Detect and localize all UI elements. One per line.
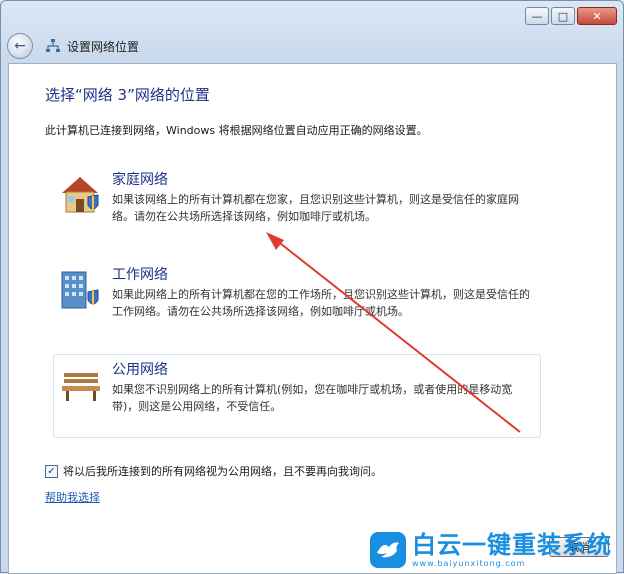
public-network-checkbox-row[interactable]: ✓ 将以后我所连接到的所有网络视为公用网络，且不要再向我询问。	[45, 463, 382, 479]
maximize-button[interactable]: □	[551, 7, 575, 25]
option-description: 如果您不识别网络上的所有计算机(例如，您在咖啡厅或机场，或者使用的是移动宽带)，…	[112, 383, 513, 413]
window-controls: — □ ✕	[525, 7, 617, 25]
public-network-checkbox[interactable]: ✓	[45, 464, 58, 478]
content-panel: 选择“网络 3”网络的位置 此计算机已连接到网络，Windows 将根据网络位置…	[8, 63, 617, 574]
park-bench-icon	[58, 361, 104, 407]
minimize-button[interactable]: —	[525, 7, 549, 25]
minimize-icon: —	[531, 9, 543, 23]
nav-title: 设置网络位置	[67, 39, 140, 54]
title-bar: — □ ✕	[1, 1, 623, 31]
option-public-network[interactable]: 公用网络 如果您不识别网络上的所有计算机(例如，您在咖啡厅或机场，或者使用的是移…	[53, 354, 541, 438]
dialog-window: — □ ✕ ← 设置网络位置 选择“网络 3”网络的位置 此计算机已连接到网络，…	[0, 0, 624, 574]
page-heading: 选择“网络 3”网络的位置	[45, 86, 210, 104]
option-home-network[interactable]: 家庭网络 如果该网络上的所有计算机都在您家，且您识别这些计算机，则这是受信任的家…	[53, 164, 541, 248]
close-icon: ✕	[592, 9, 602, 23]
option-title: 家庭网络	[112, 172, 168, 188]
house-icon	[58, 171, 104, 217]
page-description: 此计算机已连接到网络，Windows 将根据网络位置自动应用正确的网络设置。	[45, 124, 428, 137]
option-description: 如果此网络上的所有计算机都在您的工作场所，且您识别这些计算机，则这是受信任的工作…	[112, 288, 530, 318]
close-button[interactable]: ✕	[577, 7, 617, 25]
option-title: 工作网络	[112, 267, 168, 283]
option-work-network[interactable]: 工作网络 如果此网络上的所有计算机都在您的工作场所，且您识别这些计算机，则这是受…	[53, 259, 541, 343]
watermark-url: www.baiyunxitong.com	[412, 559, 526, 568]
nav-bar: ← 设置网络位置	[7, 31, 139, 61]
watermark: 白云一键重装系统 www.baiyunxitong.com	[370, 526, 624, 573]
network-icon	[45, 38, 61, 54]
back-arrow-icon: ←	[14, 38, 26, 54]
watermark-title: 白云一键重装系统	[412, 531, 612, 559]
maximize-icon: □	[557, 9, 569, 23]
office-building-icon	[58, 266, 104, 312]
option-description: 如果该网络上的所有计算机都在您家，且您识别这些计算机，则这是受信任的家庭网络。请…	[112, 193, 519, 223]
help-me-choose-link[interactable]: 帮助我选择	[45, 489, 100, 505]
option-title: 公用网络	[112, 362, 168, 378]
bird-logo-icon	[370, 531, 406, 568]
checkbox-label: 将以后我所连接到的所有网络视为公用网络，且不要再向我询问。	[63, 465, 382, 478]
back-button[interactable]: ←	[7, 33, 33, 59]
